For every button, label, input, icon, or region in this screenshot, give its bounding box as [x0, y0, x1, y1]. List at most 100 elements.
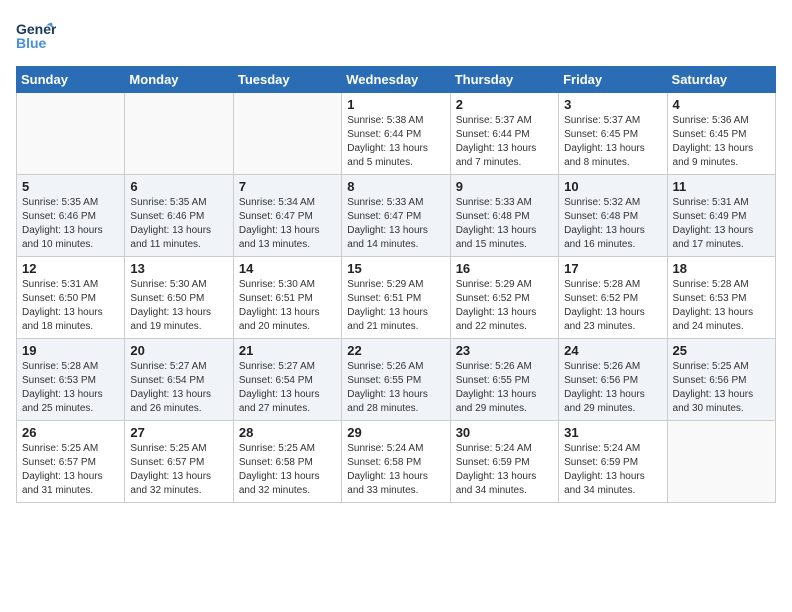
- day-info: Sunrise: 5:35 AM Sunset: 6:46 PM Dayligh…: [130, 196, 227, 252]
- week-row-5: 26 Sunrise: 5:25 AM Sunset: 6:57 PM Dayli…: [17, 421, 776, 503]
- day-number: 21: [239, 343, 336, 358]
- column-header-wednesday: Wednesday: [342, 67, 450, 93]
- day-number: 10: [564, 179, 661, 194]
- day-info: Sunrise: 5:29 AM Sunset: 6:52 PM Dayligh…: [456, 278, 553, 334]
- calendar-cell: 2 Sunrise: 5:37 AM Sunset: 6:44 PM Daylig…: [450, 93, 558, 175]
- day-info: Sunrise: 5:30 AM Sunset: 6:50 PM Dayligh…: [130, 278, 227, 334]
- page-header: General Blue: [16, 16, 776, 56]
- day-info: Sunrise: 5:24 AM Sunset: 6:58 PM Dayligh…: [347, 442, 444, 498]
- day-number: 23: [456, 343, 553, 358]
- day-number: 17: [564, 261, 661, 276]
- calendar-cell: 23 Sunrise: 5:26 AM Sunset: 6:55 PM Dayli…: [450, 339, 558, 421]
- day-number: 5: [22, 179, 119, 194]
- day-number: 20: [130, 343, 227, 358]
- week-row-3: 12 Sunrise: 5:31 AM Sunset: 6:50 PM Dayli…: [17, 257, 776, 339]
- calendar-table: SundayMondayTuesdayWednesdayThursdayFrid…: [16, 66, 776, 503]
- calendar-cell: 6 Sunrise: 5:35 AM Sunset: 6:46 PM Daylig…: [125, 175, 233, 257]
- day-info: Sunrise: 5:25 AM Sunset: 6:58 PM Dayligh…: [239, 442, 336, 498]
- calendar-cell: 27 Sunrise: 5:25 AM Sunset: 6:57 PM Dayli…: [125, 421, 233, 503]
- calendar-header-row: SundayMondayTuesdayWednesdayThursdayFrid…: [17, 67, 776, 93]
- calendar-cell: 12 Sunrise: 5:31 AM Sunset: 6:50 PM Dayli…: [17, 257, 125, 339]
- svg-text:Blue: Blue: [16, 35, 47, 51]
- day-info: Sunrise: 5:25 AM Sunset: 6:57 PM Dayligh…: [130, 442, 227, 498]
- day-info: Sunrise: 5:34 AM Sunset: 6:47 PM Dayligh…: [239, 196, 336, 252]
- calendar-cell: 5 Sunrise: 5:35 AM Sunset: 6:46 PM Daylig…: [17, 175, 125, 257]
- day-info: Sunrise: 5:24 AM Sunset: 6:59 PM Dayligh…: [456, 442, 553, 498]
- day-number: 6: [130, 179, 227, 194]
- day-info: Sunrise: 5:35 AM Sunset: 6:46 PM Dayligh…: [22, 196, 119, 252]
- calendar-cell: 21 Sunrise: 5:27 AM Sunset: 6:54 PM Dayli…: [233, 339, 341, 421]
- day-info: Sunrise: 5:25 AM Sunset: 6:57 PM Dayligh…: [22, 442, 119, 498]
- calendar-cell: 13 Sunrise: 5:30 AM Sunset: 6:50 PM Dayli…: [125, 257, 233, 339]
- day-info: Sunrise: 5:29 AM Sunset: 6:51 PM Dayligh…: [347, 278, 444, 334]
- calendar-cell: 25 Sunrise: 5:25 AM Sunset: 6:56 PM Dayli…: [667, 339, 775, 421]
- calendar-cell: 26 Sunrise: 5:25 AM Sunset: 6:57 PM Dayli…: [17, 421, 125, 503]
- calendar-cell: 3 Sunrise: 5:37 AM Sunset: 6:45 PM Daylig…: [559, 93, 667, 175]
- calendar-cell: 15Sunrise: 5:29 AM Sunset: 6:51 PM Dayli…: [342, 257, 450, 339]
- day-info: Sunrise: 5:32 AM Sunset: 6:48 PM Dayligh…: [564, 196, 661, 252]
- column-header-saturday: Saturday: [667, 67, 775, 93]
- day-number: 9: [456, 179, 553, 194]
- calendar-cell: 4 Sunrise: 5:36 AM Sunset: 6:45 PM Daylig…: [667, 93, 775, 175]
- calendar-cell: 1 Sunrise: 5:38 AM Sunset: 6:44 PM Daylig…: [342, 93, 450, 175]
- day-number: 12: [22, 261, 119, 276]
- calendar-cell: 29Sunrise: 5:24 AM Sunset: 6:58 PM Dayli…: [342, 421, 450, 503]
- day-info: Sunrise: 5:30 AM Sunset: 6:51 PM Dayligh…: [239, 278, 336, 334]
- calendar-cell: [233, 93, 341, 175]
- calendar-cell: 14 Sunrise: 5:30 AM Sunset: 6:51 PM Dayli…: [233, 257, 341, 339]
- day-number: 31: [564, 425, 661, 440]
- calendar-cell: 9Sunrise: 5:33 AM Sunset: 6:48 PM Daylig…: [450, 175, 558, 257]
- day-number: 25: [673, 343, 770, 358]
- calendar-cell: 20Sunrise: 5:27 AM Sunset: 6:54 PM Dayli…: [125, 339, 233, 421]
- day-info: Sunrise: 5:27 AM Sunset: 6:54 PM Dayligh…: [239, 360, 336, 416]
- day-number: 7: [239, 179, 336, 194]
- day-number: 3: [564, 97, 661, 112]
- calendar-cell: 19Sunrise: 5:28 AM Sunset: 6:53 PM Dayli…: [17, 339, 125, 421]
- day-number: 13: [130, 261, 227, 276]
- calendar-cell: 11 Sunrise: 5:31 AM Sunset: 6:49 PM Dayli…: [667, 175, 775, 257]
- day-info: Sunrise: 5:28 AM Sunset: 6:53 PM Dayligh…: [22, 360, 119, 416]
- calendar-cell: 18 Sunrise: 5:28 AM Sunset: 6:53 PM Dayli…: [667, 257, 775, 339]
- calendar-cell: 10 Sunrise: 5:32 AM Sunset: 6:48 PM Dayli…: [559, 175, 667, 257]
- column-header-friday: Friday: [559, 67, 667, 93]
- column-header-thursday: Thursday: [450, 67, 558, 93]
- day-number: 8: [347, 179, 444, 194]
- day-info: Sunrise: 5:38 AM Sunset: 6:44 PM Dayligh…: [347, 114, 444, 170]
- calendar-cell: [667, 421, 775, 503]
- calendar-cell: 16Sunrise: 5:29 AM Sunset: 6:52 PM Dayli…: [450, 257, 558, 339]
- calendar-cell: 8 Sunrise: 5:33 AM Sunset: 6:47 PM Daylig…: [342, 175, 450, 257]
- day-info: Sunrise: 5:37 AM Sunset: 6:45 PM Dayligh…: [564, 114, 661, 170]
- calendar-cell: 31 Sunrise: 5:24 AM Sunset: 6:59 PM Dayli…: [559, 421, 667, 503]
- day-info: Sunrise: 5:24 AM Sunset: 6:59 PM Dayligh…: [564, 442, 661, 498]
- day-info: Sunrise: 5:25 AM Sunset: 6:56 PM Dayligh…: [673, 360, 770, 416]
- day-number: 4: [673, 97, 770, 112]
- logo: General Blue: [16, 16, 56, 56]
- day-number: 24: [564, 343, 661, 358]
- calendar-cell: 24Sunrise: 5:26 AM Sunset: 6:56 PM Dayli…: [559, 339, 667, 421]
- day-number: 14: [239, 261, 336, 276]
- day-info: Sunrise: 5:37 AM Sunset: 6:44 PM Dayligh…: [456, 114, 553, 170]
- calendar-cell: [17, 93, 125, 175]
- calendar-cell: 22 Sunrise: 5:26 AM Sunset: 6:55 PM Dayli…: [342, 339, 450, 421]
- day-info: Sunrise: 5:26 AM Sunset: 6:55 PM Dayligh…: [456, 360, 553, 416]
- day-info: Sunrise: 5:33 AM Sunset: 6:47 PM Dayligh…: [347, 196, 444, 252]
- day-info: Sunrise: 5:31 AM Sunset: 6:50 PM Dayligh…: [22, 278, 119, 334]
- day-info: Sunrise: 5:31 AM Sunset: 6:49 PM Dayligh…: [673, 196, 770, 252]
- day-number: 1: [347, 97, 444, 112]
- day-info: Sunrise: 5:36 AM Sunset: 6:45 PM Dayligh…: [673, 114, 770, 170]
- week-row-4: 19Sunrise: 5:28 AM Sunset: 6:53 PM Dayli…: [17, 339, 776, 421]
- logo-icon: General Blue: [16, 16, 56, 56]
- day-number: 27: [130, 425, 227, 440]
- column-header-tuesday: Tuesday: [233, 67, 341, 93]
- column-header-sunday: Sunday: [17, 67, 125, 93]
- day-info: Sunrise: 5:26 AM Sunset: 6:55 PM Dayligh…: [347, 360, 444, 416]
- day-number: 11: [673, 179, 770, 194]
- column-header-monday: Monday: [125, 67, 233, 93]
- day-number: 22: [347, 343, 444, 358]
- day-number: 18: [673, 261, 770, 276]
- day-number: 26: [22, 425, 119, 440]
- calendar-cell: [125, 93, 233, 175]
- day-number: 2: [456, 97, 553, 112]
- week-row-1: 1 Sunrise: 5:38 AM Sunset: 6:44 PM Daylig…: [17, 93, 776, 175]
- day-info: Sunrise: 5:28 AM Sunset: 6:53 PM Dayligh…: [673, 278, 770, 334]
